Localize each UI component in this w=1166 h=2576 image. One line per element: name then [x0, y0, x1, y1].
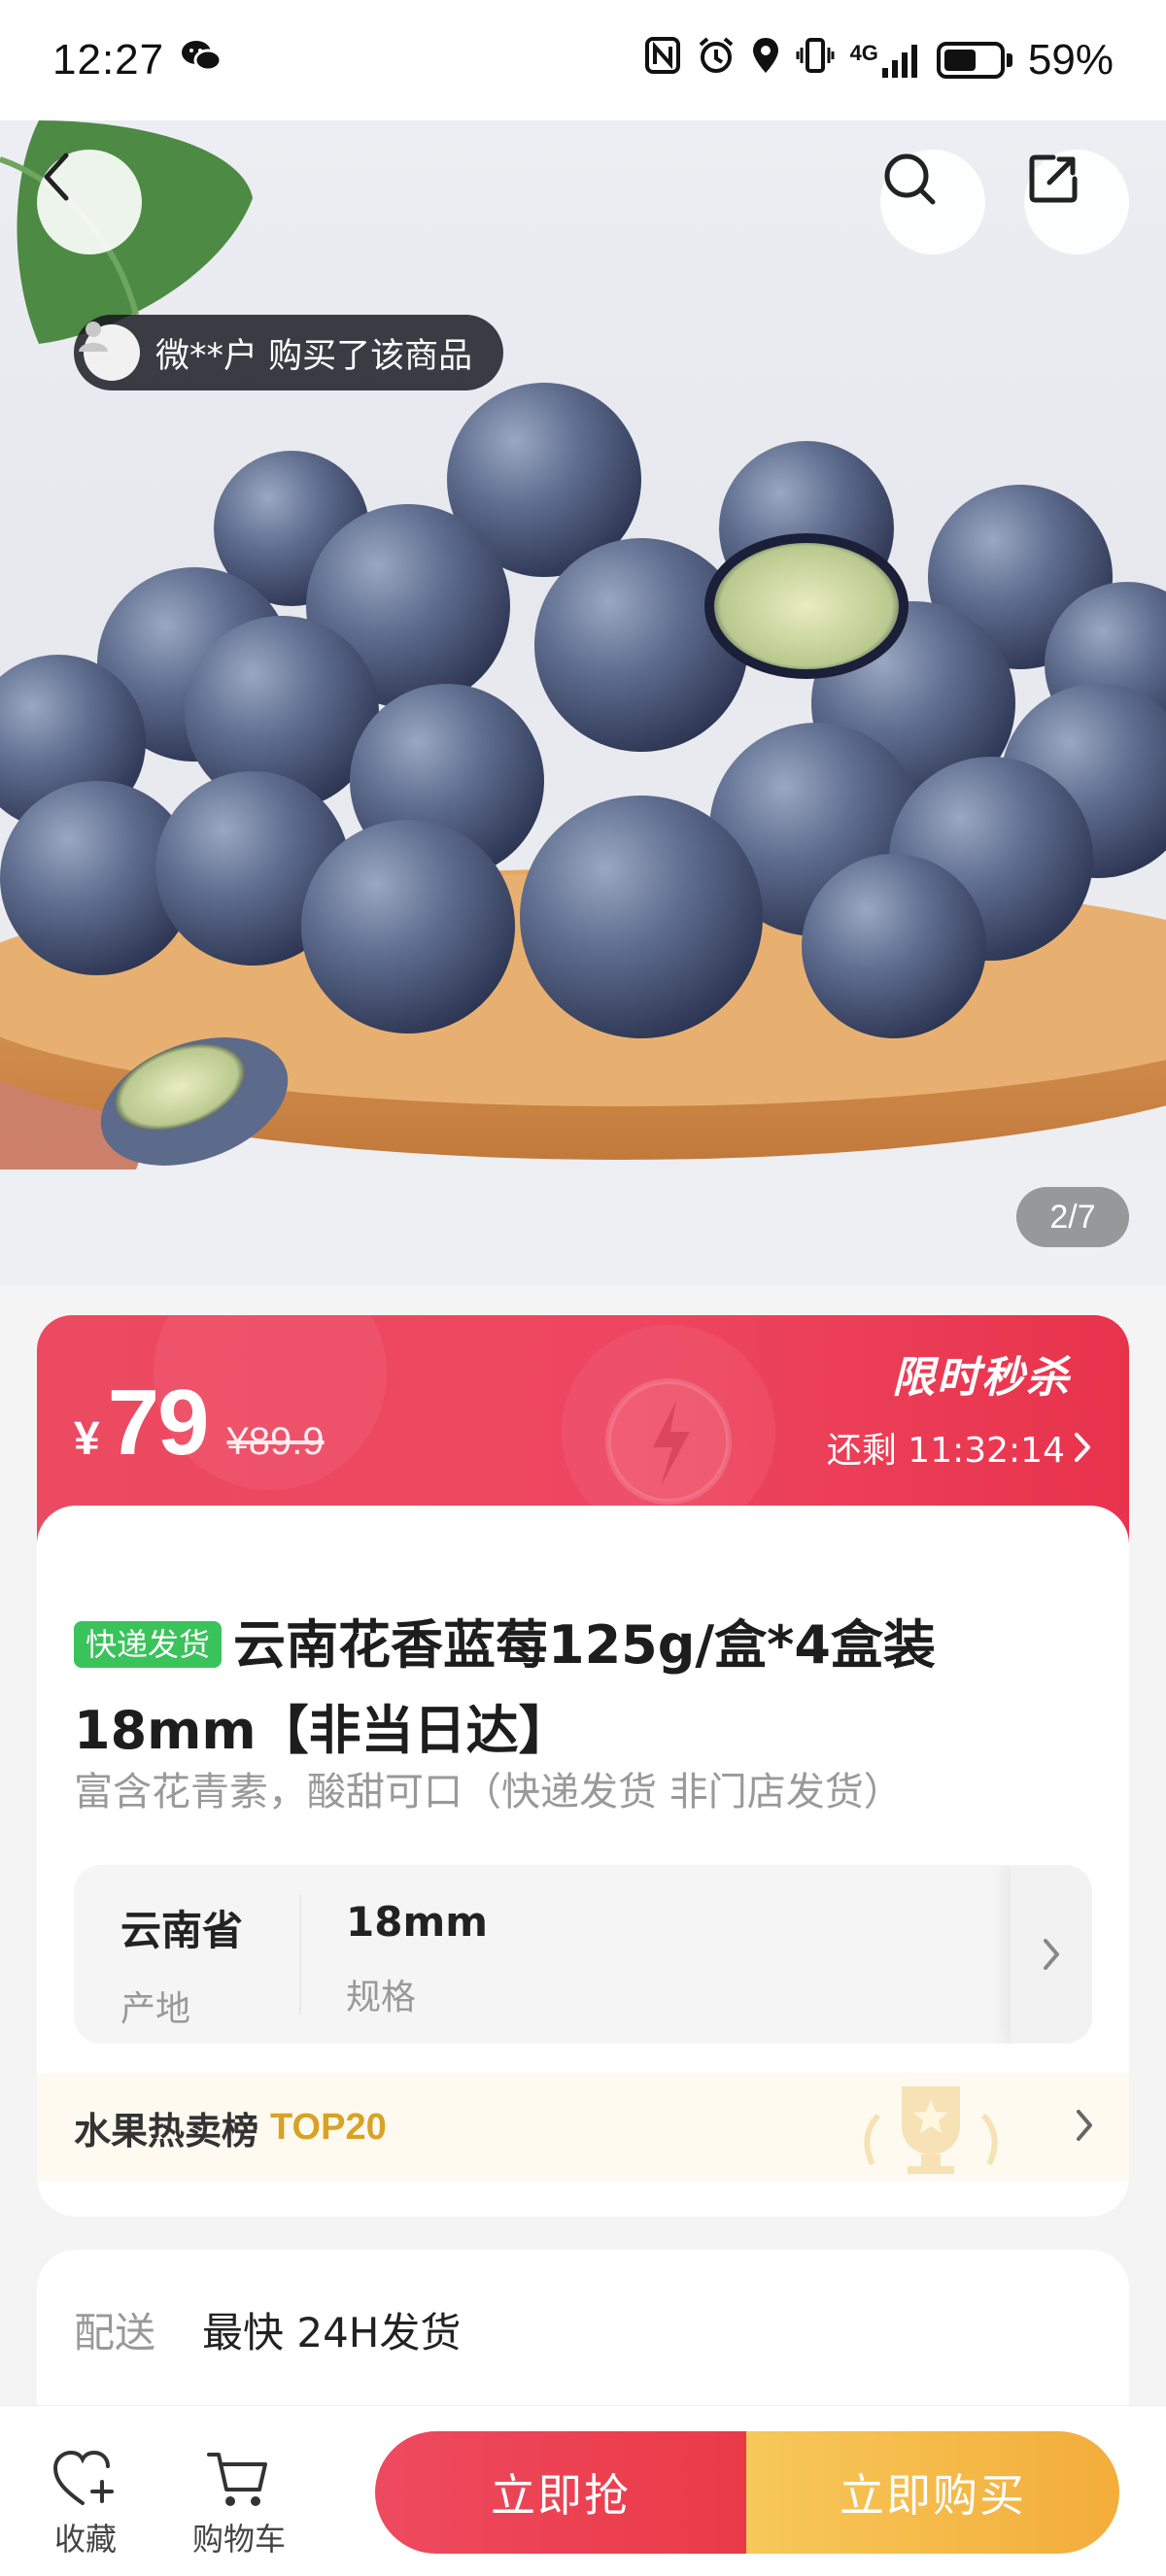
user-icon	[79, 322, 108, 352]
back-icon	[44, 153, 69, 201]
grab-now-button[interactable]: 立即抢	[375, 2431, 746, 2554]
rank-position: TOP20	[270, 2106, 387, 2148]
battery-icon	[936, 42, 1012, 79]
spec-panel[interactable]: 云南省 产地 18mm 规格	[74, 1865, 1092, 2044]
search-button[interactable]	[880, 150, 985, 254]
product-image[interactable]: 微**户 购买了该商品 2/7	[0, 120, 1166, 1286]
vibrate-icon	[796, 36, 835, 85]
cart-label: 购物车	[191, 2521, 286, 2558]
delivery-tag: 快递发货	[74, 1621, 223, 1668]
flash-sale-title: 限时秒杀	[892, 1353, 1071, 1403]
spec-size-label: 规格	[346, 1978, 417, 2017]
spec-size: 18mm 规格	[346, 1898, 488, 2019]
original-price: ¥89.9	[226, 1420, 325, 1463]
share-button[interactable]	[1024, 150, 1129, 254]
spec-size-value: 18mm	[346, 1898, 488, 1946]
signal-icon: 4G	[850, 41, 921, 80]
nfc-icon	[644, 36, 681, 85]
spec-origin-value: 云南省	[120, 1907, 244, 1954]
status-bar: 12:27 4G 59%	[0, 0, 1166, 120]
spec-origin-label: 产地	[120, 1989, 191, 2029]
chevron-right-icon	[1077, 2110, 1092, 2141]
search-icon	[884, 153, 936, 205]
chevron-right-icon	[1044, 1939, 1059, 1970]
buy-now-button[interactable]: 立即购买	[746, 2431, 1119, 2554]
back-button[interactable]	[37, 150, 142, 254]
status-time: 12:27	[52, 36, 165, 84]
alarm-clock-icon	[605, 1378, 732, 1505]
countdown-text: 还剩 11:32:14	[826, 1431, 1065, 1471]
purchase-buttons: 立即抢 立即购买	[375, 2431, 1119, 2554]
bottom-action-bar: 收藏 购物车 立即抢 立即购买	[0, 2405, 1166, 2576]
favorite-button[interactable]: 收藏	[27, 2449, 144, 2559]
delivery-label: 配送	[74, 2309, 156, 2356]
spec-more-button[interactable]	[1011, 1865, 1092, 2044]
recent-buyer-notice: 微**户 购买了该商品	[74, 315, 504, 390]
location-icon	[751, 36, 780, 85]
spec-origin: 云南省 产地	[120, 1898, 243, 2031]
network-label: 4G	[849, 41, 878, 65]
alarm-icon	[697, 36, 736, 85]
avatar	[79, 322, 140, 381]
product-info-card: 快递发货 云南花香蓝莓125g/盒*4盒装18mm【非当日达】 富含花青素，酸甜可…	[37, 1506, 1129, 2217]
spec-divider	[299, 1894, 301, 2015]
cart-button[interactable]: 购物车	[181, 2449, 297, 2559]
share-icon	[1029, 154, 1078, 203]
product-subtitle: 富含花青素，酸甜可口（快递发货 非门店发货）	[74, 1770, 903, 1814]
rank-label: 水果热卖榜	[74, 2109, 259, 2152]
wechat-icon	[180, 36, 223, 85]
delivery-value: 最快 24H发货	[202, 2309, 462, 2356]
favorite-label: 收藏	[53, 2521, 117, 2558]
product-title-block: 快递发货 云南花香蓝莓125g/盒*4盒装18mm【非当日达】	[74, 1603, 1094, 1774]
hot-sales-rank[interactable]: 水果热卖榜 TOP20	[37, 2073, 1129, 2182]
buyer-notice-text: 微**户 购买了该商品	[155, 336, 473, 376]
current-price: 79	[107, 1371, 210, 1474]
image-counter: 2/7	[1016, 1187, 1129, 1247]
trophy-icon	[864, 2086, 998, 2174]
heart-plus-icon	[52, 2450, 114, 2505]
currency-symbol: ¥	[74, 1413, 100, 1465]
cart-icon	[207, 2453, 267, 2506]
price-block: ¥ 79 ¥89.9	[74, 1370, 325, 1476]
countdown-link[interactable]: 还剩 11:32:14	[827, 1422, 1092, 1473]
chevron-right-icon	[1075, 1433, 1090, 1462]
battery-percent: 59%	[1027, 36, 1114, 84]
blueberry-illustration	[0, 120, 1166, 1169]
